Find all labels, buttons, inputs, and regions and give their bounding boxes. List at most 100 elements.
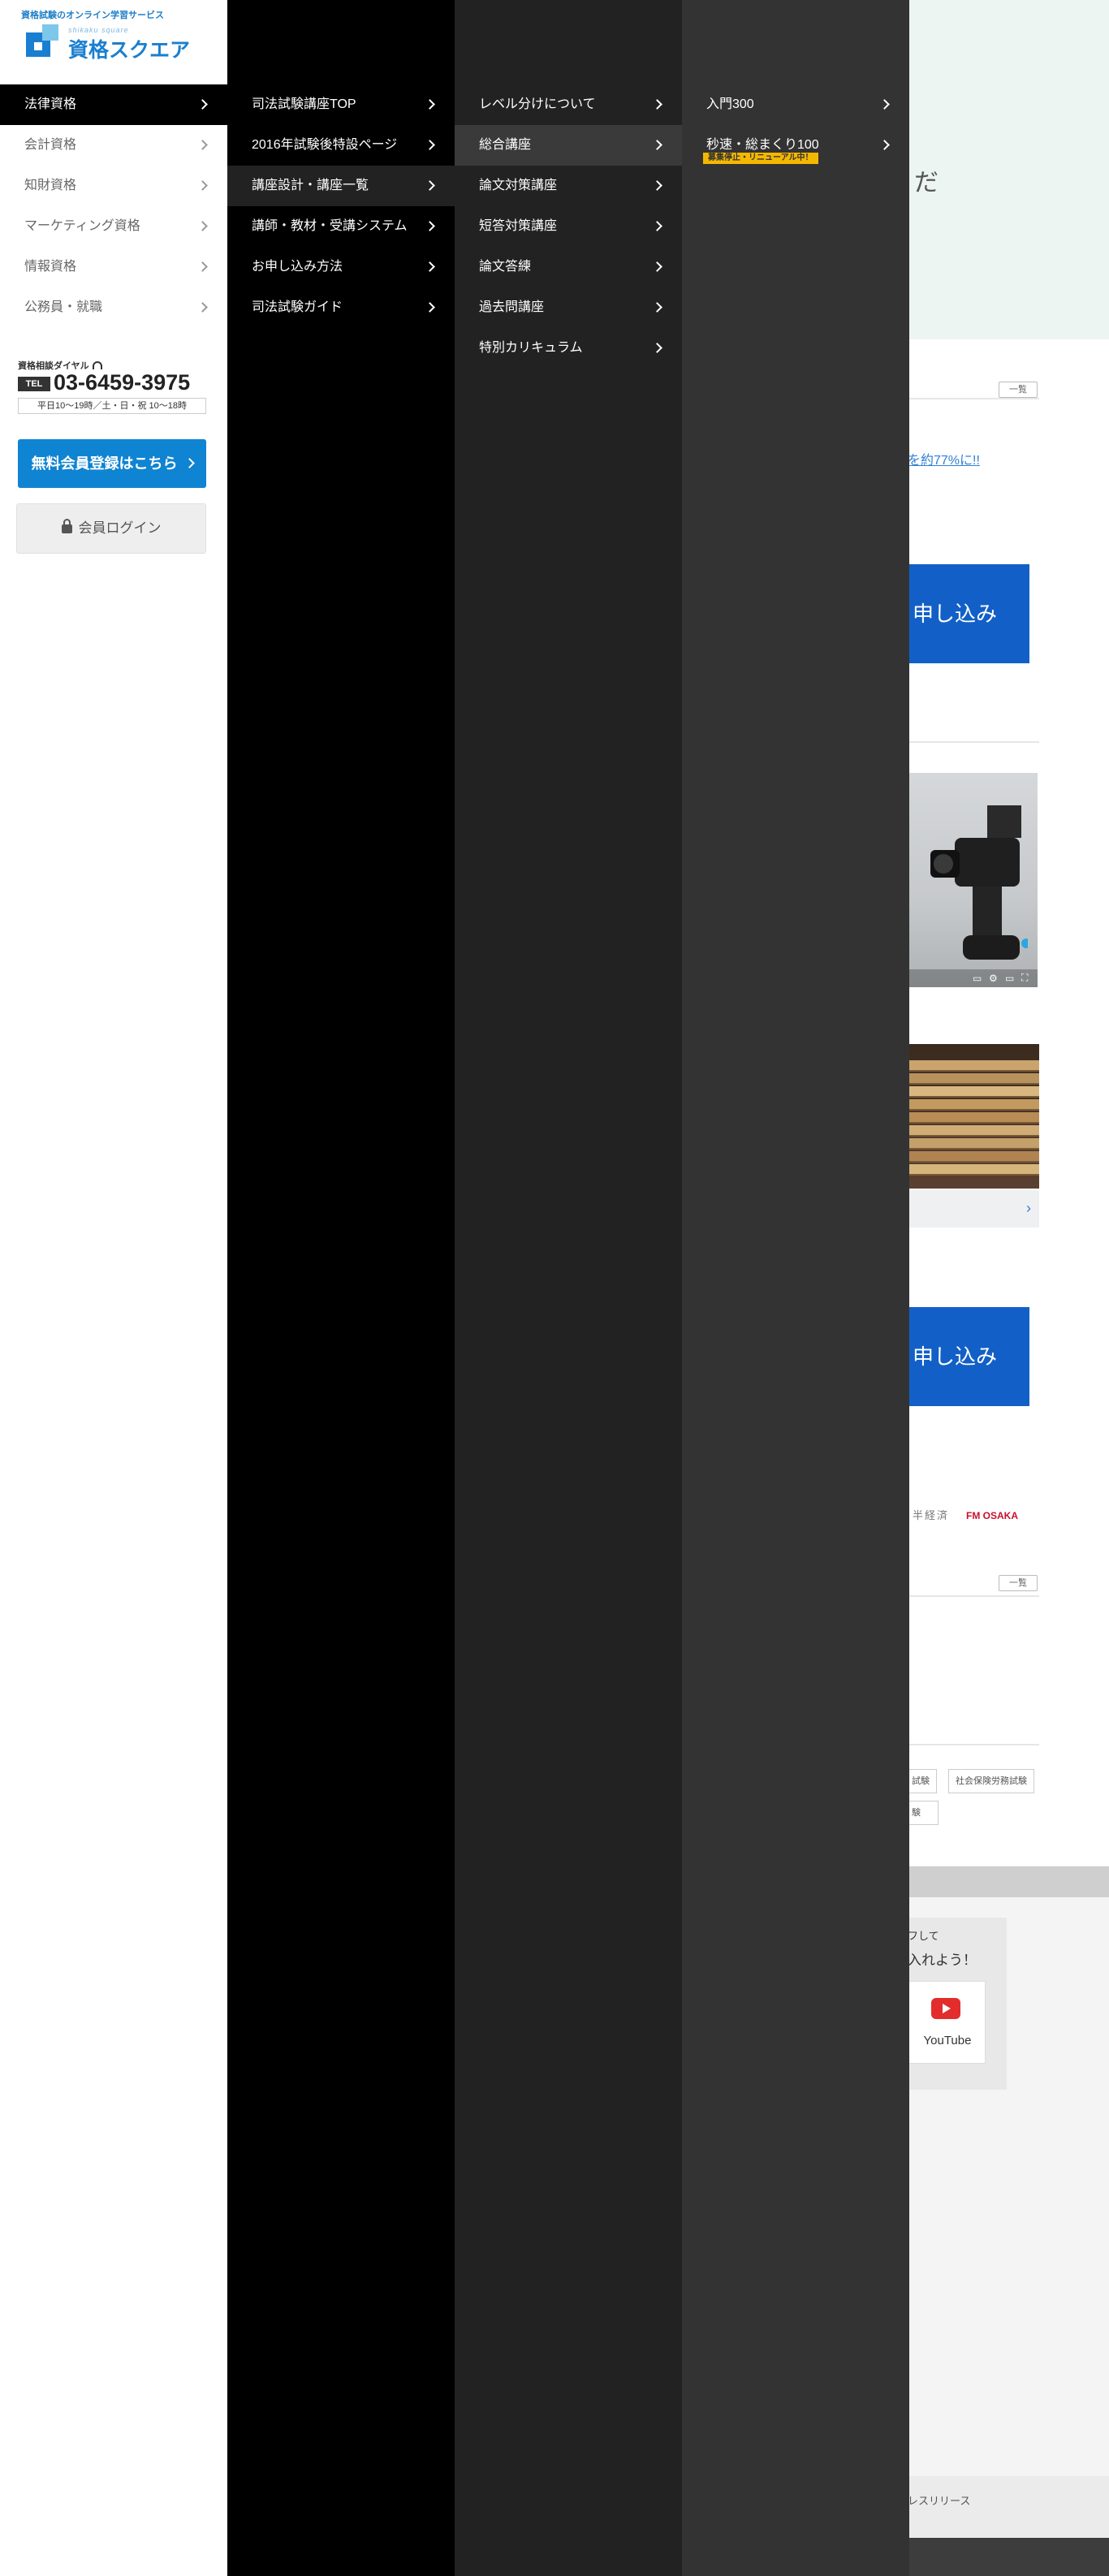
chevron-right-icon xyxy=(652,302,662,313)
menu-item-label: 短答対策講座 xyxy=(479,219,558,233)
menu-item-essay-practice[interactable]: 論文答練 xyxy=(455,247,682,287)
tag[interactable]: 社会保険労務試験 xyxy=(948,1769,1034,1793)
menu-item-label: 会計資格 xyxy=(24,138,77,152)
tel-number: 03-6459-3975 xyxy=(54,370,191,395)
fullscreen-icon[interactable]: ⛶ xyxy=(1021,972,1028,984)
menu-item-essay-course[interactable]: 論文対策講座 xyxy=(455,166,682,206)
chevron-right-icon xyxy=(652,99,662,110)
menu-item-it[interactable]: 情報資格 xyxy=(0,247,227,287)
press-release-link[interactable]: レスリリース xyxy=(908,2492,970,2508)
menu-item-accounting[interactable]: 会計資格 xyxy=(0,125,227,166)
menu-item-law[interactable]: 法律資格 xyxy=(0,84,227,125)
menu-item-ip[interactable]: 知財資格 xyxy=(0,166,227,206)
captions-icon[interactable]: ▭ xyxy=(973,973,982,984)
apply-button[interactable]: 申し込み xyxy=(908,564,1029,663)
menu-item-special-curriculum[interactable]: 特別カリキュラム xyxy=(455,328,682,369)
menu-item-label: 司法試験講座TOP xyxy=(252,97,356,111)
lock-icon xyxy=(61,519,72,533)
menu-item-instructors[interactable]: 講師・教材・受講システム xyxy=(227,206,455,247)
menu-item-label: 論文対策講座 xyxy=(479,179,558,192)
sns-box: フして 入れよう！ YouTube xyxy=(908,1918,1007,2090)
footer xyxy=(908,2538,1109,2576)
menu-item-label: 講座設計・講座一覧 xyxy=(252,179,369,192)
menu-item-label: 総合講座 xyxy=(479,138,532,152)
tag[interactable]: 験 xyxy=(908,1801,939,1825)
menu-item-civil-service[interactable]: 公務員・就職 xyxy=(0,287,227,328)
press-release-section: レスリリース xyxy=(908,2476,1109,2538)
books-image xyxy=(908,1044,1039,1189)
chevron-right-icon xyxy=(197,261,208,272)
settings-icon[interactable]: ⚙ xyxy=(989,973,998,984)
promo-link[interactable]: を約77%に!! xyxy=(908,449,980,468)
menu-item-2016-special[interactable]: 2016年試験後特設ページ xyxy=(227,125,455,166)
menu-item-label: 法律資格 xyxy=(24,97,77,111)
menu-item-label: マーケティング資格 xyxy=(24,219,140,233)
chevron-right-icon xyxy=(425,180,435,191)
theater-icon[interactable]: ▭ xyxy=(1005,973,1014,984)
sns-heading: 入れよう！ xyxy=(908,1952,977,1968)
menu-item-intro-300[interactable]: 入門300 xyxy=(682,84,909,125)
background-page: だ 一覧 を約77%に!! 申し込み ▭ ⚙ ▭ ⛶ › 申し込み 半経済 FM… xyxy=(908,0,1109,2576)
media-logo: 半経済 xyxy=(913,1509,950,1521)
login-button[interactable]: 会員ログイン xyxy=(16,503,206,554)
menu-item-label: レベル分けについて xyxy=(479,97,596,111)
login-label: 会員ログイン xyxy=(78,520,162,536)
menu-item-label: 過去問講座 xyxy=(479,300,545,314)
tag[interactable]: 試験 xyxy=(908,1769,937,1793)
chevron-right-icon xyxy=(652,180,662,191)
menu-item-levels[interactable]: レベル分けについて xyxy=(455,84,682,125)
sidebar-level1: 資格試験のオンライン学習サービス shikaku square 資格スクエア 法… xyxy=(0,0,227,2576)
divider xyxy=(908,398,1039,399)
category-menu: 法律資格 会計資格 知財資格 マーケティング資格 情報資格 公務員・就職 xyxy=(0,84,227,328)
menu-item-past-exams[interactable]: 過去問講座 xyxy=(455,287,682,328)
media-logo: FM OSAKA xyxy=(966,1510,1018,1521)
menu-item-label: 2016年試験後特設ページ xyxy=(252,138,398,152)
menu-item-label: 秒速・総まくり100 xyxy=(706,138,819,152)
register-label: 無料会員登録はこちら xyxy=(31,455,178,472)
menu-item-how-to-apply[interactable]: お申し込み方法 xyxy=(227,247,455,287)
list-all-button[interactable]: 一覧 xyxy=(999,1575,1038,1591)
youtube-label: YouTube xyxy=(923,2034,972,2047)
chevron-right-icon xyxy=(425,261,435,272)
divider xyxy=(908,1595,1039,1597)
chevron-right-icon xyxy=(197,221,208,231)
logo-tagline: 資格試験のオンライン学習サービス xyxy=(21,11,164,20)
card-footer[interactable]: › xyxy=(908,1190,1039,1228)
register-button[interactable]: 無料会員登録はこちら xyxy=(18,439,206,488)
menu-item-marketing[interactable]: マーケティング資格 xyxy=(0,206,227,247)
chevron-right-icon xyxy=(652,140,662,150)
menu-item-short-answer[interactable]: 短答対策講座 xyxy=(455,206,682,247)
submenu-courses: レベル分けについて 総合講座 論文対策講座 短答対策講座 論文答練 過去問講座 … xyxy=(455,84,682,369)
menu-item-label: 情報資格 xyxy=(24,260,77,274)
sidebar-level2: 司法試験講座TOP 2016年試験後特設ページ 講座設計・講座一覧 講師・教材・… xyxy=(227,0,455,2576)
menu-item-comprehensive[interactable]: 総合講座 xyxy=(455,125,682,166)
divider xyxy=(908,741,1039,743)
sidebar-level3: レベル分けについて 総合講座 論文対策講座 短答対策講座 論文答練 過去問講座 … xyxy=(455,0,682,2576)
chevron-right-icon xyxy=(879,99,890,110)
menu-item-label: お申し込み方法 xyxy=(252,260,343,274)
headset-icon xyxy=(92,361,102,369)
apply-button[interactable]: 申し込み xyxy=(908,1307,1029,1406)
menu-item-label: 論文答練 xyxy=(479,260,532,274)
sidebar-level4: 入門300 秒速・総まくり100 募集停止・リニューアル中！ xyxy=(682,0,909,2576)
youtube-button[interactable]: YouTube xyxy=(908,1981,986,2064)
menu-item-bar-exam-guide[interactable]: 司法試験ガイド xyxy=(227,287,455,328)
list-all-button[interactable]: 一覧 xyxy=(999,382,1038,398)
menu-item-label: 知財資格 xyxy=(24,179,77,192)
menu-item-course-list[interactable]: 講座設計・講座一覧 xyxy=(227,166,455,206)
chevron-right-icon xyxy=(425,99,435,110)
video-player[interactable]: ▭ ⚙ ▭ ⛶ xyxy=(908,773,1038,987)
chevron-right-icon xyxy=(197,180,208,191)
site-logo[interactable]: 資格試験のオンライン学習サービス shikaku square 資格スクエア xyxy=(21,8,190,62)
menu-item-label: 入門300 xyxy=(706,97,754,111)
chevron-right-icon xyxy=(652,343,662,353)
tel-label: TEL xyxy=(18,377,50,391)
menu-item-label: 司法試験ガイド xyxy=(252,300,343,314)
chevron-right-icon xyxy=(197,99,208,110)
chevron-right-icon xyxy=(197,140,208,150)
status-badge: 募集停止・リニューアル中！ xyxy=(703,153,818,164)
menu-item-bar-exam-top[interactable]: 司法試験講座TOP xyxy=(227,84,455,125)
section-band xyxy=(908,1866,1109,1897)
logo-name: 資格スクエア xyxy=(68,39,191,62)
youtube-icon xyxy=(931,1998,960,2019)
